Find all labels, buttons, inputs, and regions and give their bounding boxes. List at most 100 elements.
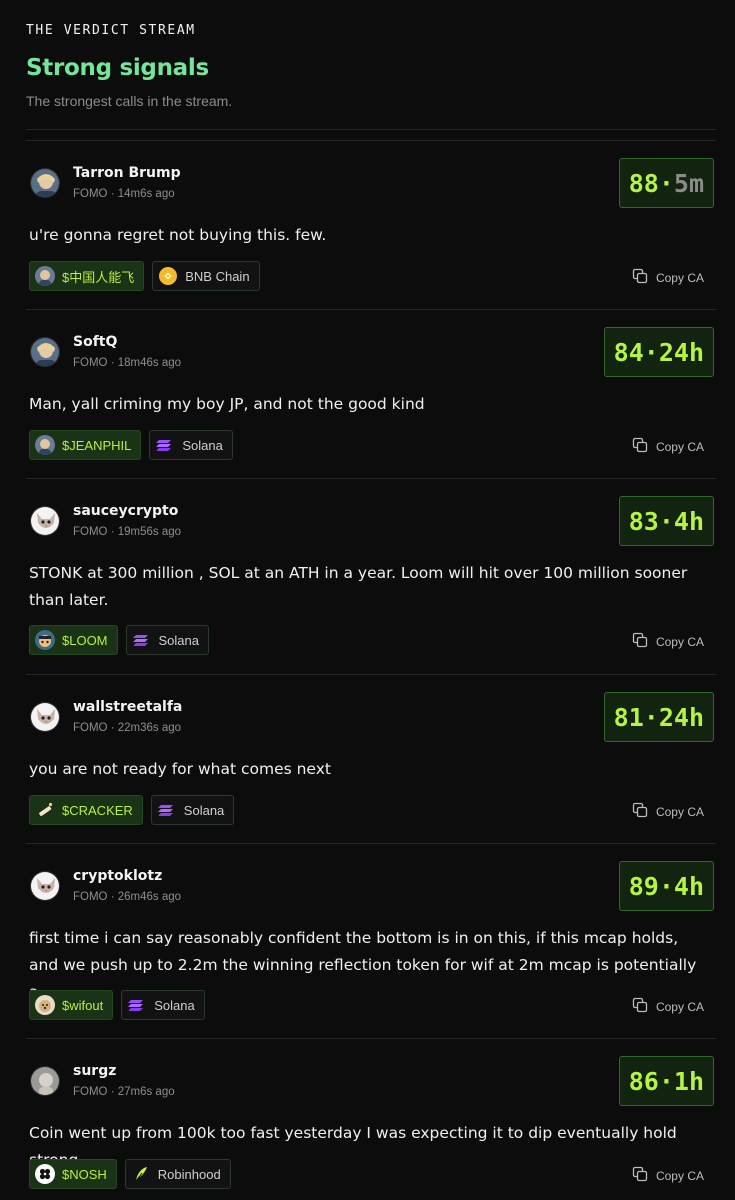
copy-ca-label: Copy CA <box>655 999 704 1014</box>
token-character-icon <box>35 630 55 650</box>
score-separator: · <box>643 337 659 367</box>
score-separator: · <box>658 1066 674 1096</box>
header-divider <box>26 129 716 130</box>
token-symbol: $LOOM <box>62 632 108 648</box>
token-symbol: $NOSH <box>62 1166 107 1182</box>
copy-ca-button[interactable]: Copy CA <box>632 802 704 821</box>
token-symbol: $CRACKER <box>62 802 133 818</box>
chain-chip[interactable]: BNB Chain <box>152 261 260 291</box>
chain-name: Solana <box>158 632 199 648</box>
token-chip[interactable]: $中国人能飞 <box>29 261 145 291</box>
author-avatar[interactable] <box>30 1066 60 1096</box>
post-text: u're gonna regret not buying this. few. <box>29 226 327 244</box>
bnb-chain-icon <box>158 266 178 286</box>
token-portrait-icon <box>35 266 55 286</box>
token-symbol: $wifout <box>62 997 104 1013</box>
score-separator: · <box>658 168 674 198</box>
author-name[interactable]: sauceycrypto <box>73 503 178 519</box>
author-name[interactable]: SoftQ <box>73 334 117 350</box>
author-avatar[interactable] <box>30 506 60 536</box>
copy-ca-button[interactable]: Copy CA <box>632 268 704 287</box>
copy-icon <box>632 268 648 287</box>
score-horizon: 4h <box>673 871 704 901</box>
score-badge: 86 · 1h <box>618 1056 714 1106</box>
post-meta: FOMO · 22m36s ago <box>73 722 182 734</box>
token-symbol: $中国人能飞 <box>62 269 135 285</box>
score-value: 88 <box>628 168 659 198</box>
score-separator: · <box>643 702 659 732</box>
copy-ca-button[interactable]: Copy CA <box>632 1166 704 1185</box>
author-name[interactable]: wallstreetalfa <box>73 699 182 715</box>
score-separator: · <box>658 506 674 536</box>
chain-name: BNB Chain <box>185 268 250 284</box>
token-chip[interactable]: $CRACKER <box>29 795 143 825</box>
author-avatar[interactable] <box>30 337 60 367</box>
section-eyebrow: THE VERDICT STREAM <box>26 23 196 38</box>
score-value: 83 <box>628 506 659 536</box>
copy-ca-label: Copy CA <box>655 634 704 649</box>
token-chip[interactable]: $JEANPHIL <box>29 430 142 460</box>
post-meta: FOMO · 18m46s ago <box>73 357 182 369</box>
chain-chip[interactable]: Solana <box>125 625 209 655</box>
score-badge: 89 · 4h <box>618 861 714 911</box>
copy-icon <box>632 997 648 1016</box>
signal-card: SoftQ FOMO · 18m46s ago 84 · 24h Man, yall … <box>26 310 716 479</box>
token-symbol: $JEANPHIL <box>62 437 132 453</box>
page-title: Strong signals <box>26 55 209 81</box>
chain-chip[interactable]: Robinhood <box>124 1159 231 1189</box>
signal-card: sauceycrypto FOMO · 19m56s ago 83 · 4h STON… <box>26 479 716 675</box>
solana-icon <box>155 435 175 455</box>
post-chips: $JEANPHIL Solana <box>29 430 233 460</box>
post-meta: FOMO · 14m6s ago <box>73 188 175 200</box>
copy-ca-button[interactable]: Copy CA <box>632 437 704 456</box>
post-text: you are not ready for what comes next <box>29 760 331 778</box>
chain-chip[interactable]: Solana <box>149 430 233 460</box>
copy-ca-label: Copy CA <box>655 804 704 819</box>
post-meta: FOMO · 19m56s ago <box>73 526 182 538</box>
copy-ca-label: Copy CA <box>655 439 704 454</box>
author-name[interactable]: Tarron Brump <box>73 165 181 181</box>
token-chip[interactable]: $wifout <box>29 990 114 1020</box>
post-meta: FOMO · 26m46s ago <box>73 891 182 903</box>
chain-chip[interactable]: Solana <box>121 990 205 1020</box>
author-avatar[interactable] <box>30 168 60 198</box>
score-value: 86 <box>628 1066 659 1096</box>
copy-icon <box>632 632 648 651</box>
copy-ca-button[interactable]: Copy CA <box>632 632 704 651</box>
chain-name: Solana <box>154 997 195 1013</box>
score-horizon: 24h <box>658 337 704 367</box>
author-name[interactable]: surgz <box>73 1063 116 1079</box>
post-chips: $中国人能飞 BNB Chain <box>29 261 260 291</box>
score-separator: · <box>658 871 674 901</box>
signal-card: surgz FOMO · 27m6s ago 86 · 1h Coin went up… <box>26 1039 716 1200</box>
flower-logo-icon <box>35 1164 55 1184</box>
copy-icon <box>632 1166 648 1185</box>
author-name[interactable]: cryptoklotz <box>73 868 162 884</box>
signal-card: wallstreetalfa FOMO · 22m36s ago 81 · 24h y… <box>26 675 716 844</box>
score-value: 84 <box>613 337 644 367</box>
score-badge: 84 · 24h <box>603 327 714 377</box>
copy-ca-button[interactable]: Copy CA <box>632 997 704 1016</box>
author-avatar[interactable] <box>30 871 60 901</box>
post-text: STONK at 300 million , SOL at an ATH in … <box>29 564 688 609</box>
firecracker-icon <box>35 800 55 820</box>
score-horizon: 5m <box>673 168 704 198</box>
chain-name: Solana <box>183 802 225 818</box>
token-chip[interactable]: $NOSH <box>29 1159 117 1189</box>
page-subtitle: The strongest calls in the stream. <box>26 93 233 109</box>
signal-card: Tarron Brump FOMO · 14m6s ago 88 · 5m u're … <box>26 141 716 310</box>
score-badge: 88 · 5m <box>618 158 714 208</box>
copy-icon <box>632 437 648 456</box>
post-chips: $wifout Solana <box>29 990 205 1020</box>
chain-chip[interactable]: Solana <box>150 795 235 825</box>
verdict-stream-page: THE VERDICT STREAM Strong signals The st… <box>0 0 735 1200</box>
token-chip[interactable]: $LOOM <box>29 625 118 655</box>
score-horizon: 1h <box>673 1066 704 1096</box>
score-horizon: 24h <box>658 702 704 732</box>
chain-name: Robinhood <box>157 1166 221 1182</box>
author-avatar[interactable] <box>30 702 60 732</box>
copy-ca-label: Copy CA <box>655 1168 704 1183</box>
score-value: 89 <box>628 871 659 901</box>
score-badge: 83 · 4h <box>618 496 714 546</box>
signal-card: cryptoklotz FOMO · 26m46s ago 89 · 4h first… <box>26 844 716 1039</box>
